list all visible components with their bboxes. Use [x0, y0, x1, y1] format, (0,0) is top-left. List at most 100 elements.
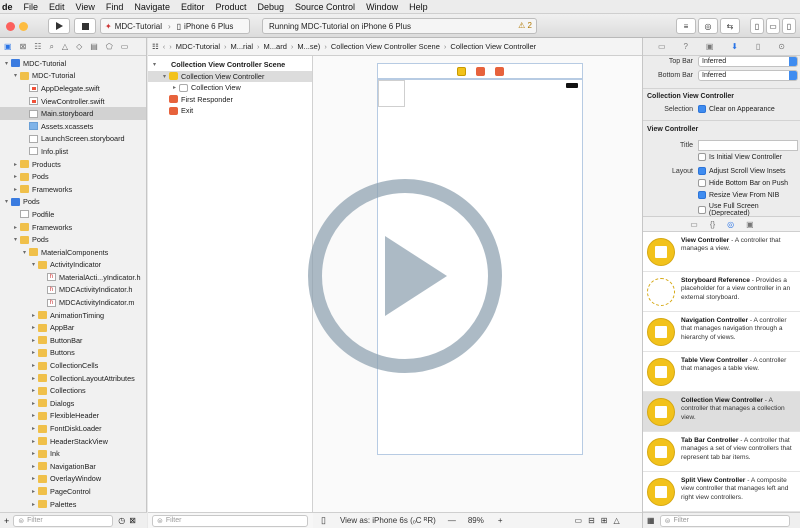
grid-view-icon[interactable]: ▦ — [647, 516, 655, 525]
version-editor-button[interactable]: ⇆ — [720, 18, 740, 34]
navigator-filter-input[interactable]: ⊜ Filter — [13, 514, 114, 527]
size-inspector-icon[interactable]: ▯ — [756, 42, 760, 51]
outline-filter-input[interactable]: ⊜ Filter — [152, 514, 308, 527]
align-icon[interactable]: ⊟ — [588, 516, 595, 525]
navigator-row[interactable]: ▸ OverlayWindow — [0, 473, 146, 486]
zoom-in-button[interactable]: + — [498, 516, 503, 525]
menu-view[interactable]: View — [76, 2, 95, 12]
identity-inspector-icon[interactable]: ▣ — [706, 42, 714, 51]
menu-navigate[interactable]: Navigate — [134, 2, 170, 12]
disclosure-triangle-icon[interactable]: ▸ — [30, 425, 37, 432]
navigator-row[interactable]: ▸ Frameworks — [0, 183, 146, 196]
navigator-row[interactable]: Assets.xcassets — [0, 120, 146, 133]
issue-icon[interactable]: △ — [62, 42, 68, 51]
toggle-utilities-button[interactable]: ▯ — [782, 18, 796, 34]
navigator-row[interactable]: h MDCActivityIndicator.h — [0, 284, 146, 297]
adjust-scroll-checkbox[interactable] — [698, 167, 706, 175]
navigator-row[interactable]: ▸ FontDiskLoader — [0, 422, 146, 435]
outline-row[interactable]: ▾ Collection View Controller — [148, 70, 312, 82]
scheme-selector[interactable]: ✦ MDC-Tutorial › ▯ iPhone 6 Plus — [100, 18, 250, 34]
navigator-row[interactable]: ▸ Frameworks — [0, 221, 146, 234]
disclosure-triangle-icon[interactable]: ▸ — [12, 161, 19, 168]
view-controller-icon[interactable] — [456, 66, 466, 76]
menu-window[interactable]: Window — [366, 2, 398, 12]
media-library-icon[interactable]: ▣ — [746, 220, 754, 229]
view-as-label[interactable]: View as: iPhone 6s (ₒC ᴿR) — [340, 516, 436, 525]
clear-on-appearance-checkbox[interactable] — [698, 105, 706, 113]
menu-edit[interactable]: Edit — [49, 2, 65, 12]
disclosure-triangle-icon[interactable]: ▸ — [12, 224, 19, 231]
debug-icon[interactable]: ▤ — [90, 42, 98, 51]
disclosure-triangle-icon[interactable]: ▸ — [12, 186, 19, 193]
navigator-row[interactable]: ▾ Pods — [0, 233, 146, 246]
outline-row[interactable]: Exit — [148, 105, 312, 117]
disclosure-triangle-icon[interactable]: ▾ — [12, 236, 19, 243]
navigator-row[interactable]: ▸ AppBar — [0, 321, 146, 334]
collection-view-cell[interactable] — [378, 80, 405, 107]
navigator-row[interactable]: ▸ Collections — [0, 384, 146, 397]
navigator-row[interactable]: AppDelegate.swift — [0, 82, 146, 95]
warning-badge[interactable]: ⚠ 2 — [518, 21, 532, 30]
breadcrumb-item[interactable]: Collection View Controller — [450, 42, 536, 51]
disclosure-triangle-icon[interactable]: ▸ — [30, 324, 37, 331]
menu-product[interactable]: Product — [215, 2, 246, 12]
object-library-icon[interactable]: ◎ — [727, 220, 734, 229]
exit-icon[interactable] — [494, 66, 504, 76]
disclosure-triangle-icon[interactable]: ▸ — [30, 387, 37, 394]
library-filter-input[interactable]: ⊜ Filter — [659, 514, 790, 527]
disclosure-triangle-icon[interactable]: ▸ — [30, 375, 37, 382]
source-control-icon[interactable]: ⊠ — [20, 42, 27, 51]
breadcrumb-item[interactable]: M...rial — [231, 42, 254, 51]
navigator-row[interactable]: ViewController.swift — [0, 95, 146, 108]
recent-files-icon[interactable]: ◷ — [118, 516, 125, 525]
disclosure-triangle-icon[interactable]: ▸ — [171, 84, 178, 91]
toggle-outline-icon[interactable]: ▯ — [321, 515, 326, 526]
back-icon[interactable]: ‹ — [163, 42, 166, 51]
disclosure-triangle-icon[interactable]: ▸ — [30, 475, 37, 482]
menu-source-control[interactable]: Source Control — [295, 2, 355, 12]
first-responder-icon[interactable] — [475, 66, 485, 76]
navigator-row[interactable]: ▸ ButtonBar — [0, 334, 146, 347]
navigator-row[interactable]: h MDCActivityIndicator.m — [0, 296, 146, 309]
menu-app[interactable]: de — [2, 2, 13, 12]
menu-find[interactable]: Find — [106, 2, 124, 12]
use-full-screen-checkbox[interactable] — [698, 206, 706, 214]
navigator-row[interactable]: ▸ HeaderStackView — [0, 435, 146, 448]
library-item[interactable]: Tab Bar Controller - A controller that m… — [643, 432, 800, 472]
navigator-row[interactable]: ▸ Products — [0, 158, 146, 171]
navigator-row[interactable]: ▾ MDC-Tutorial — [0, 70, 146, 83]
attributes-inspector-icon[interactable]: ⬇ — [731, 42, 738, 51]
bottom-bar-select[interactable]: Inferred — [698, 70, 798, 81]
outline-row[interactable]: ▾ Collection View Controller Scene — [148, 59, 312, 71]
breadcrumb-item[interactable]: MDC-Tutorial — [176, 42, 220, 51]
toggle-navigator-button[interactable]: ▯ — [750, 18, 764, 34]
resolve-icon[interactable]: △ — [613, 516, 619, 525]
navigator-row[interactable]: ▾ ActivityIndicator — [0, 259, 146, 272]
navigator-row[interactable]: ▸ CollectionLayoutAttributes — [0, 372, 146, 385]
breadcrumb-item[interactable]: Collection View Controller Scene — [331, 42, 440, 51]
outline-row[interactable]: ▸ Collection View — [148, 82, 312, 94]
scm-status-icon[interactable]: ⊠ — [129, 516, 136, 525]
navigator-row[interactable]: ▾ MDC-Tutorial — [0, 57, 146, 70]
disclosure-triangle-icon[interactable]: ▸ — [30, 463, 37, 470]
menu-debug[interactable]: Debug — [258, 2, 285, 12]
library-item[interactable]: Table View Controller - A controller tha… — [643, 352, 800, 392]
test-icon[interactable]: ◇ — [76, 42, 82, 51]
file-inspector-icon[interactable]: ▭ — [658, 42, 666, 51]
breadcrumb-item[interactable]: M...se) — [297, 42, 320, 51]
navigator-row[interactable]: ▾ Pods — [0, 196, 146, 209]
library-item[interactable]: Navigation Controller - A controller tha… — [643, 312, 800, 352]
breakpoint-icon[interactable]: ⬠ — [106, 42, 113, 51]
zoom-level[interactable]: 89% — [468, 516, 484, 525]
run-button[interactable] — [48, 18, 70, 34]
zoom-out-button[interactable]: — — [448, 516, 456, 525]
disclosure-triangle-icon[interactable]: ▸ — [30, 450, 37, 457]
disclosure-triangle-icon[interactable]: ▸ — [30, 501, 37, 508]
disclosure-triangle-icon[interactable]: ▸ — [30, 400, 37, 407]
menu-help[interactable]: Help — [409, 2, 428, 12]
pin-icon[interactable]: ⊞ — [601, 516, 608, 525]
video-play-overlay-icon[interactable] — [307, 178, 503, 374]
top-bar-select[interactable]: Inferred — [698, 56, 798, 67]
breadcrumb-item[interactable]: M...ard — [264, 42, 287, 51]
menu-file[interactable]: File — [24, 2, 39, 12]
